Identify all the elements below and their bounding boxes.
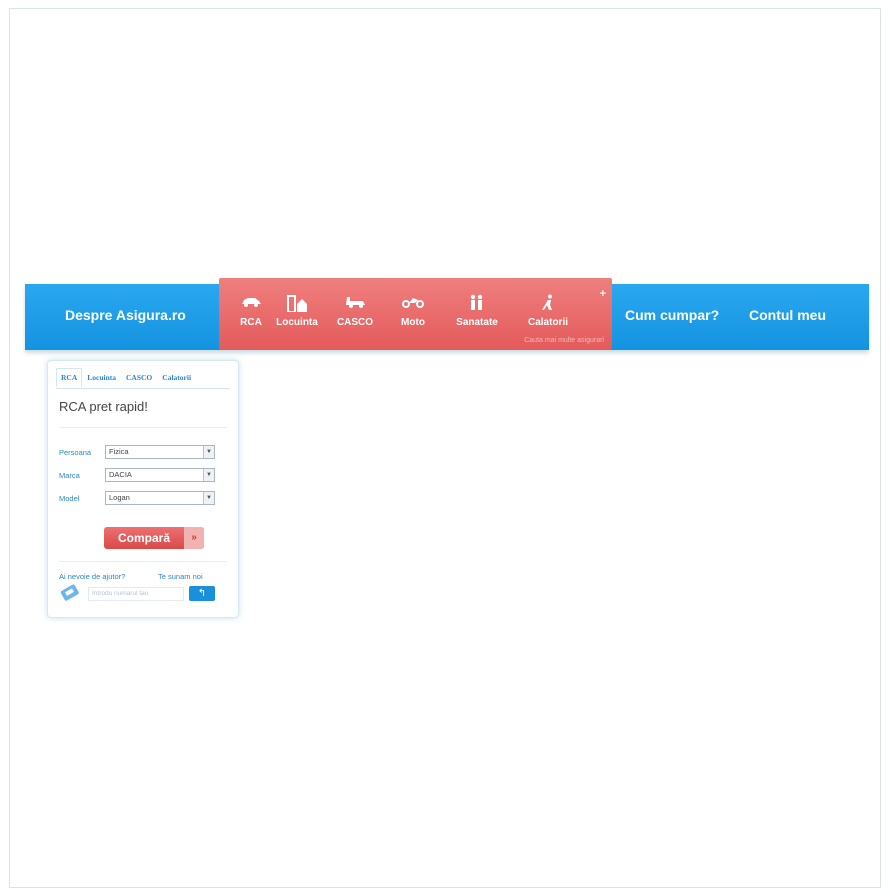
tab-calatorii[interactable]: Calatorii xyxy=(157,368,196,387)
tab-casco[interactable]: CASCO xyxy=(121,368,157,387)
submit-phone-button[interactable]: ↰ xyxy=(189,586,215,601)
car-icon xyxy=(242,298,261,307)
help-link[interactable]: Ai nevoie de ajutor? xyxy=(59,572,125,581)
marca-select[interactable]: DACIA ▼ xyxy=(105,468,215,482)
traveler-icon xyxy=(542,294,552,310)
menu-item-label: Calatorii xyxy=(527,317,568,328)
phone-ticket-icon xyxy=(60,584,79,601)
motorcycle-icon xyxy=(402,298,424,308)
compare-button[interactable]: Compară » xyxy=(104,527,204,549)
select-value: Logan xyxy=(109,493,130,502)
phone-number-input[interactable]: Introdu numarul tau xyxy=(88,587,184,601)
widget-tabs: RCA Locuinta CASCO Calatorii xyxy=(56,368,230,389)
call-me-link[interactable]: Te sunam noi xyxy=(158,572,203,581)
menu-item-sanatate[interactable]: Sanatate xyxy=(445,278,509,328)
field-row-model: Model Logan ▼ xyxy=(59,490,215,506)
phone-placeholder: Introdu numarul tau xyxy=(92,590,149,597)
menu-item-label: RCA xyxy=(240,317,262,328)
car-shield-icon xyxy=(346,297,365,308)
menu-item-label: Locuinta xyxy=(276,317,318,328)
family-icon xyxy=(470,294,483,310)
select-value: Fizica xyxy=(109,447,129,456)
field-label: Model xyxy=(59,493,80,503)
return-arrow-icon: ↰ xyxy=(197,588,207,599)
insurance-menu: RCA Locuinta CASCO Moto Sanatate Calator… xyxy=(219,278,612,350)
menu-item-label: Moto xyxy=(401,317,425,328)
tab-rca[interactable]: RCA xyxy=(56,368,83,387)
nav-how-to-buy-link[interactable]: Cum cumpar? xyxy=(625,284,719,346)
menu-item-label: CASCO xyxy=(336,317,374,328)
field-label: Marca xyxy=(59,470,80,480)
menu-item-moto[interactable]: Moto xyxy=(381,278,445,328)
building-icon xyxy=(287,295,307,312)
select-value: DACIA xyxy=(109,470,132,479)
nav-about-link[interactable]: Despre Asigura.ro xyxy=(65,284,186,346)
chevron-down-icon: ▼ xyxy=(203,469,214,481)
persoana-select[interactable]: Fizica ▼ xyxy=(105,445,215,459)
menu-subtext[interactable]: Cauta mai multe asigurari xyxy=(524,337,604,344)
field-label: Persoana xyxy=(59,447,92,457)
menu-item-locuinta[interactable]: Locuinta xyxy=(265,278,329,328)
menu-item-casco[interactable]: CASCO xyxy=(323,278,387,328)
double-chevron-right-icon: » xyxy=(184,527,204,549)
model-select[interactable]: Logan ▼ xyxy=(105,491,215,505)
widget-title: RCA pret rapid! xyxy=(59,399,148,414)
nav-account-link[interactable]: Contul meu xyxy=(749,284,826,346)
divider xyxy=(59,427,227,428)
menu-item-calatorii[interactable]: Calatorii xyxy=(516,278,580,328)
divider xyxy=(59,561,227,562)
field-row-marca: Marca DACIA ▼ xyxy=(59,467,215,483)
chevron-down-icon: ▼ xyxy=(203,492,214,504)
compare-button-label: Compară xyxy=(117,531,170,545)
quote-widget: RCA Locuinta CASCO Calatorii RCA pret ra… xyxy=(47,360,239,618)
more-insurances-button[interactable]: + xyxy=(600,288,606,300)
tab-locuinta[interactable]: Locuinta xyxy=(82,368,121,387)
field-row-persoana: Persoana Fizica ▼ xyxy=(59,444,215,460)
menu-item-label: Sanatate xyxy=(456,317,498,328)
chevron-down-icon: ▼ xyxy=(203,446,214,458)
